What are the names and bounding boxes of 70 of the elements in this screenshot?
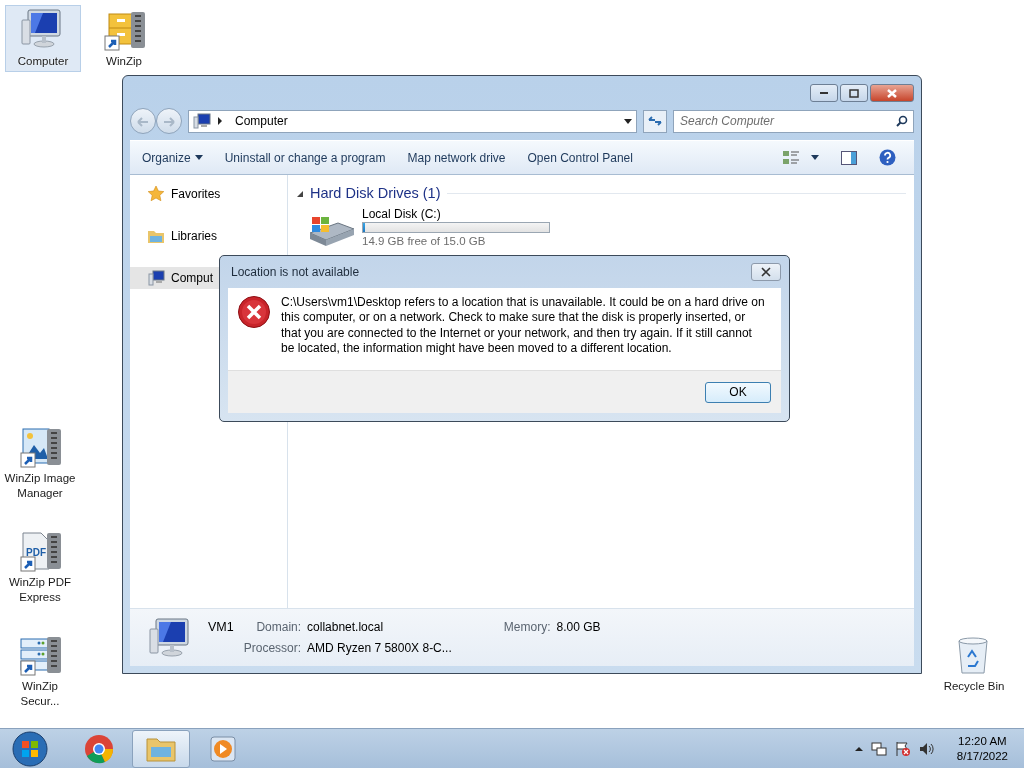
network-button[interactable] <box>870 740 887 757</box>
icon-label: WinZip <box>106 54 142 69</box>
minimize-button[interactable] <box>810 84 838 102</box>
refresh-button[interactable] <box>643 109 667 133</box>
field-value: AMD Ryzen 7 5800X 8-C... <box>307 639 452 657</box>
back-icon <box>137 116 149 127</box>
nav-item[interactable]: Favorites <box>130 183 287 205</box>
refresh-icon <box>648 115 662 127</box>
caret-icon[interactable] <box>624 118 632 124</box>
browser-icon <box>83 732 115 765</box>
toolbar-button[interactable]: Map network drive <box>399 144 514 171</box>
caret-icon <box>194 155 203 160</box>
network-icon <box>870 740 887 757</box>
field-value: collabnet.local <box>307 619 385 637</box>
show-hidden-icons-button[interactable] <box>854 746 863 751</box>
chevron-icon <box>217 117 223 125</box>
minimize-icon <box>820 92 828 94</box>
nav-item[interactable]: Libraries <box>130 225 287 247</box>
clock-time: 12:20 AM <box>958 733 1007 749</box>
close-button[interactable] <box>751 263 781 281</box>
field-label: Memory: <box>503 619 551 637</box>
action-center-icon <box>894 740 911 757</box>
group-header: Hard Disk Drives (1) <box>310 184 441 203</box>
field-value: 8.00 GB <box>556 619 601 637</box>
folder-icon <box>148 228 165 244</box>
search-field[interactable]: Search Computer <box>673 109 914 133</box>
computer-icon <box>148 270 165 286</box>
toolbar-button[interactable]: Organize <box>134 144 211 171</box>
desktop-shortcut[interactable]: WinZip Secur... <box>2 630 78 712</box>
desktop-shortcut[interactable]: WinZip Image Manager <box>2 422 78 504</box>
windows-logo-icon <box>12 730 48 767</box>
icon-label: WinZip PDF Express <box>8 575 72 605</box>
drive-name: Local Disk (C:) <box>362 206 442 221</box>
field-label: Domain: <box>255 619 302 637</box>
desktop-shortcut[interactable]: WinZip <box>86 5 162 72</box>
toolbar-button[interactable]: Open Control Panel <box>519 144 641 171</box>
expand-toggle-icon <box>296 189 304 198</box>
error-icon <box>237 295 271 329</box>
icon-label: Recycle Bin <box>943 679 1005 694</box>
star-icon <box>148 186 165 202</box>
maximize-button[interactable] <box>840 84 868 102</box>
search-icon <box>896 114 908 127</box>
address-bar[interactable]: Computer <box>188 109 637 133</box>
help-icon <box>879 149 896 166</box>
icon-label: WinZip Image Manager <box>3 471 77 501</box>
action-center-button[interactable] <box>894 740 911 757</box>
forward-icon <box>163 116 175 127</box>
desktop-shortcut[interactable]: Recycle Bin <box>936 630 1012 697</box>
view-options-icon <box>783 150 799 165</box>
desktop-shortcut[interactable]: Computer <box>5 5 81 72</box>
expand-toggle[interactable] <box>296 189 304 198</box>
computer-icon <box>193 113 211 129</box>
close-icon <box>760 267 772 277</box>
close-icon <box>885 87 899 99</box>
field-label: Processor: <box>243 639 302 657</box>
clock-date: 8/17/2022 <box>956 748 1008 764</box>
chevron-icon <box>854 746 863 751</box>
icon-label: WinZip Secur... <box>19 679 61 709</box>
maximize-icon <box>847 87 861 99</box>
preview-pane-icon <box>841 150 857 165</box>
toolbar-button[interactable]: Uninstall or change a program <box>216 144 394 171</box>
app-icon <box>17 425 63 471</box>
icon-label: Computer <box>17 54 69 69</box>
free-space-text: 14.9 GB free of 15.0 GB <box>362 233 487 248</box>
ok-button[interactable]: OK <box>705 381 771 403</box>
caret-icon <box>811 155 819 160</box>
computer-name: VM1 <box>208 619 234 637</box>
address-text: Computer <box>235 113 289 130</box>
error-message: C:\Users\vm1\Desktop refers to a location that is unavailable. It could be on a hard drive on this computer, or on a network. Check to make sure that the disk is properly inserted, or that you are connected to the Internet or your network, and then try again. If it still cannot be located, the information might have been moved to a different location. <box>281 295 765 357</box>
desktop-shortcut[interactable]: PDF WinZip PDF Express <box>2 526 78 608</box>
